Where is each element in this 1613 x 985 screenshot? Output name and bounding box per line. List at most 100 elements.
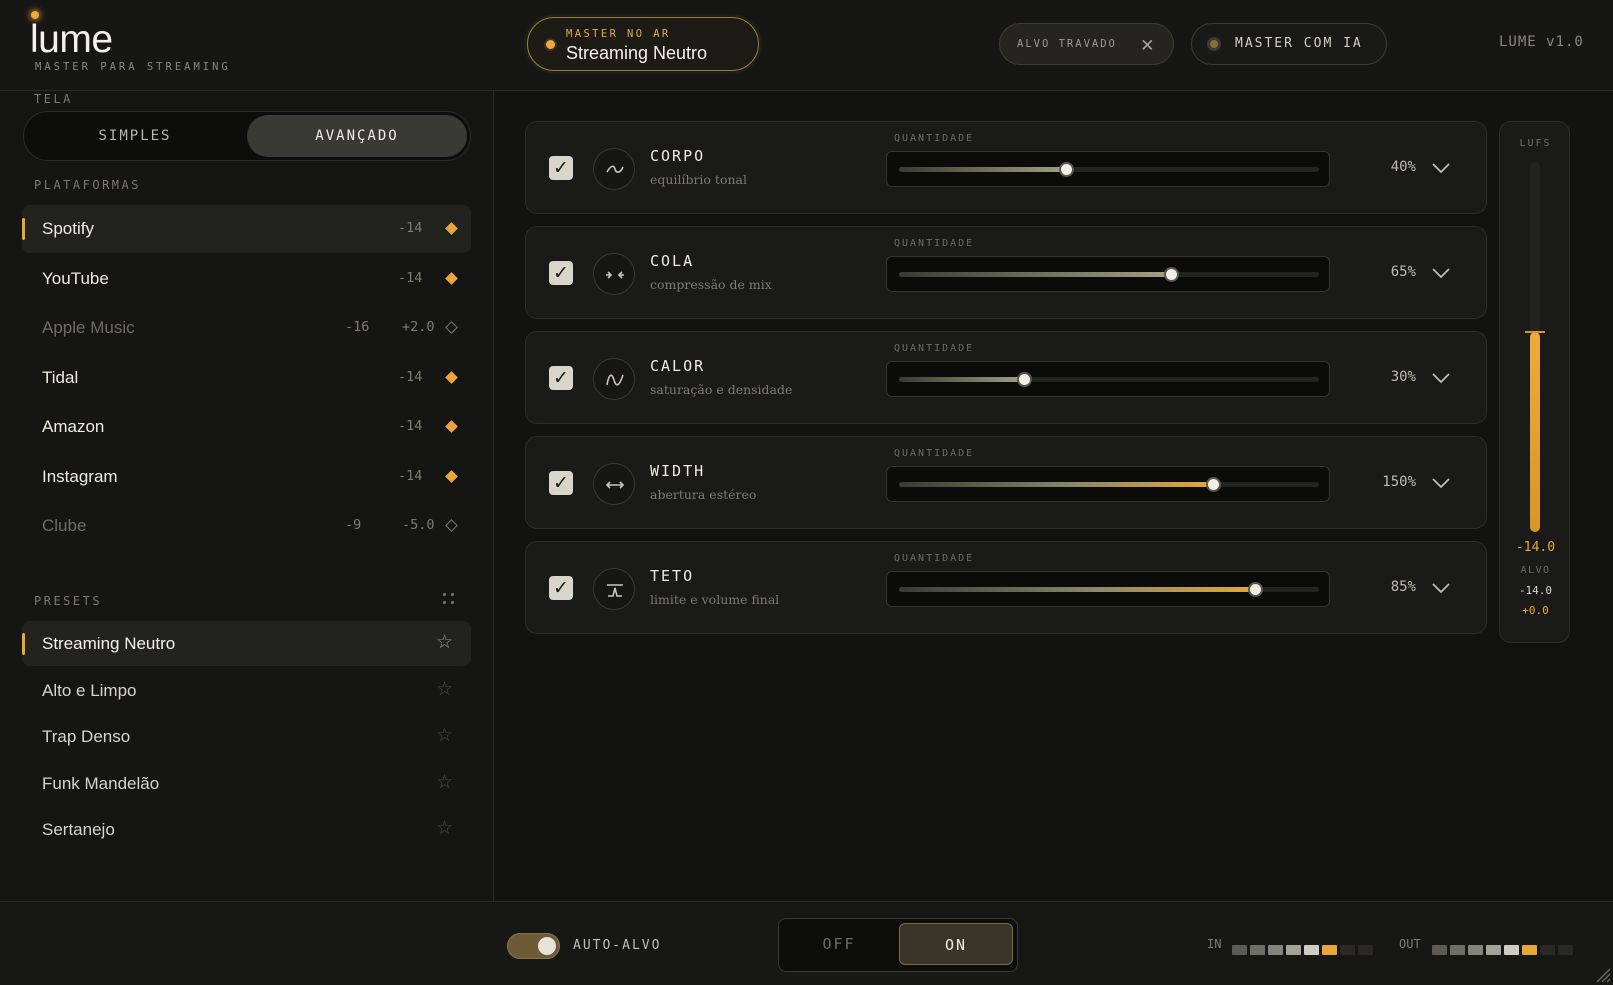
resize-grip-icon[interactable] bbox=[1593, 965, 1611, 983]
vu-segment bbox=[1340, 945, 1355, 955]
mode-segmented-control: SIMPLES AVANÇADO bbox=[23, 111, 471, 161]
module-enable-checkbox[interactable]: ✓ bbox=[549, 471, 573, 495]
platform-item[interactable]: Amazon -14 bbox=[22, 403, 471, 451]
power-off-button[interactable]: OFF bbox=[783, 923, 895, 965]
platform-lufs: -14 bbox=[398, 418, 423, 434]
slider-handle[interactable] bbox=[1248, 582, 1263, 597]
platform-name: Clube bbox=[42, 516, 87, 535]
now-playing-badge[interactable]: MASTER NO AR Streaming Neutro bbox=[527, 17, 759, 71]
module-enable-checkbox[interactable]: ✓ bbox=[549, 156, 573, 180]
vu-segment bbox=[1450, 945, 1465, 955]
chevron-down-icon[interactable] bbox=[1431, 368, 1451, 388]
preset-item[interactable]: Funk Mandelão ☆ bbox=[22, 761, 471, 806]
slider-handle[interactable] bbox=[1059, 162, 1074, 177]
auto-target-label: AUTO-ALVO bbox=[573, 938, 662, 953]
amount-slider[interactable] bbox=[886, 571, 1330, 607]
vu-segment bbox=[1486, 945, 1501, 955]
platform-offset: +2.0 bbox=[402, 319, 435, 335]
vu-segment bbox=[1250, 945, 1265, 955]
amount-slider[interactable] bbox=[886, 466, 1330, 502]
preset-item[interactable]: Streaming Neutro ☆ bbox=[22, 621, 471, 666]
auto-target-toggle[interactable] bbox=[507, 933, 560, 959]
preset-item[interactable]: Alto e Limpo ☆ bbox=[22, 668, 471, 713]
ai-master-button[interactable]: MASTER COM IA bbox=[1191, 23, 1387, 65]
vu-segment bbox=[1268, 945, 1283, 955]
grid-menu-icon[interactable] bbox=[443, 593, 457, 607]
slider-fill bbox=[899, 587, 1256, 592]
amount-label: QUANTIDADE bbox=[894, 238, 975, 249]
effect-module-corpo: ✓ CORPO equilíbrio tonal QUANTIDADE 40% bbox=[525, 121, 1487, 214]
amount-slider[interactable] bbox=[886, 361, 1330, 397]
module-subtitle: compressão de mix bbox=[650, 277, 772, 292]
power-on-button[interactable]: ON bbox=[899, 923, 1013, 965]
amount-value: 85% bbox=[1390, 579, 1416, 595]
platform-lufs: -16 bbox=[345, 319, 370, 335]
lufs-meter-fill bbox=[1530, 332, 1540, 532]
slider-handle[interactable] bbox=[1017, 372, 1032, 387]
platform-item[interactable]: YouTube -14 bbox=[22, 255, 471, 303]
platform-lufs: -14 bbox=[398, 220, 423, 236]
app-header: lume MASTER PARA STREAMING MASTER NO AR … bbox=[0, 0, 1613, 91]
ai-status-icon bbox=[1207, 37, 1221, 51]
app-version: LUME v1.0 bbox=[1499, 34, 1584, 50]
platform-item[interactable]: Instagram -14 bbox=[22, 453, 471, 501]
target-locked-label: ALVO TRAVADO bbox=[1017, 38, 1117, 50]
chevron-down-icon[interactable] bbox=[1431, 263, 1451, 283]
mode-simple-tab[interactable]: SIMPLES bbox=[27, 115, 243, 157]
lufs-target-marker bbox=[1525, 331, 1545, 333]
amount-slider[interactable] bbox=[886, 151, 1330, 187]
module-title: CORPO bbox=[650, 147, 706, 165]
vu-segment bbox=[1304, 945, 1319, 955]
slider-handle[interactable] bbox=[1164, 267, 1179, 282]
vu-segment bbox=[1232, 945, 1247, 955]
vu-segment bbox=[1432, 945, 1447, 955]
amount-value: 30% bbox=[1390, 369, 1416, 385]
platform-name: Apple Music bbox=[42, 318, 135, 337]
module-enable-checkbox[interactable]: ✓ bbox=[549, 261, 573, 285]
platform-name: Amazon bbox=[42, 417, 105, 436]
star-icon[interactable]: ☆ bbox=[436, 724, 453, 746]
module-enable-checkbox[interactable]: ✓ bbox=[549, 366, 573, 390]
diamond-filled-icon bbox=[445, 469, 458, 483]
chevron-down-icon[interactable] bbox=[1431, 473, 1451, 493]
slider-fill bbox=[899, 272, 1172, 277]
tilde-icon bbox=[593, 148, 635, 190]
chevron-down-icon[interactable] bbox=[1431, 578, 1451, 598]
vu-segment bbox=[1504, 945, 1519, 955]
now-playing-label: MASTER NO AR bbox=[566, 28, 671, 40]
amount-value: 65% bbox=[1390, 264, 1416, 280]
module-subtitle: saturação e densidade bbox=[650, 382, 793, 397]
module-title: WIDTH bbox=[650, 462, 706, 480]
mode-advanced-tab[interactable]: AVANÇADO bbox=[247, 115, 467, 157]
chevron-down-icon[interactable] bbox=[1431, 158, 1451, 178]
platform-name: YouTube bbox=[42, 268, 109, 288]
compress-icon bbox=[593, 253, 635, 295]
vu-segment bbox=[1322, 945, 1337, 955]
preset-item[interactable]: Sertanejo ☆ bbox=[22, 807, 471, 852]
vu-segment bbox=[1540, 945, 1555, 955]
toggle-knob bbox=[538, 937, 556, 955]
star-icon[interactable]: ☆ bbox=[436, 771, 453, 793]
module-subtitle: equilíbrio tonal bbox=[650, 172, 747, 187]
preset-item[interactable]: Trap Denso ☆ bbox=[22, 714, 471, 759]
lufs-meter-label: LUFS bbox=[1519, 138, 1552, 149]
transport-footer: AUTO-ALVO OFF ON IN OUT bbox=[0, 901, 1613, 985]
star-icon[interactable]: ☆ bbox=[436, 817, 453, 839]
platform-item[interactable]: Apple Music -16 +2.0 bbox=[22, 304, 471, 352]
module-enable-checkbox[interactable]: ✓ bbox=[549, 576, 573, 600]
target-locked-button[interactable]: ALVO TRAVADO ✕ bbox=[999, 23, 1174, 65]
platform-item[interactable]: Clube -9 -5.0 bbox=[22, 502, 471, 550]
platform-name: Instagram bbox=[42, 466, 118, 486]
platform-item[interactable]: Spotify -14 bbox=[22, 205, 471, 253]
screen-section-label: TELA bbox=[34, 92, 73, 106]
preset-name: Sertanejo bbox=[42, 820, 115, 839]
platform-item[interactable]: Tidal -14 bbox=[22, 354, 471, 402]
platform-lufs: -9 bbox=[345, 517, 362, 533]
platform-lufs: -14 bbox=[398, 368, 423, 385]
star-icon[interactable]: ☆ bbox=[436, 678, 453, 700]
slider-handle[interactable] bbox=[1206, 477, 1221, 492]
slider-fill bbox=[899, 482, 1214, 487]
star-icon[interactable]: ☆ bbox=[436, 631, 453, 653]
close-icon[interactable]: ✕ bbox=[1141, 32, 1154, 56]
amount-slider[interactable] bbox=[886, 256, 1330, 292]
